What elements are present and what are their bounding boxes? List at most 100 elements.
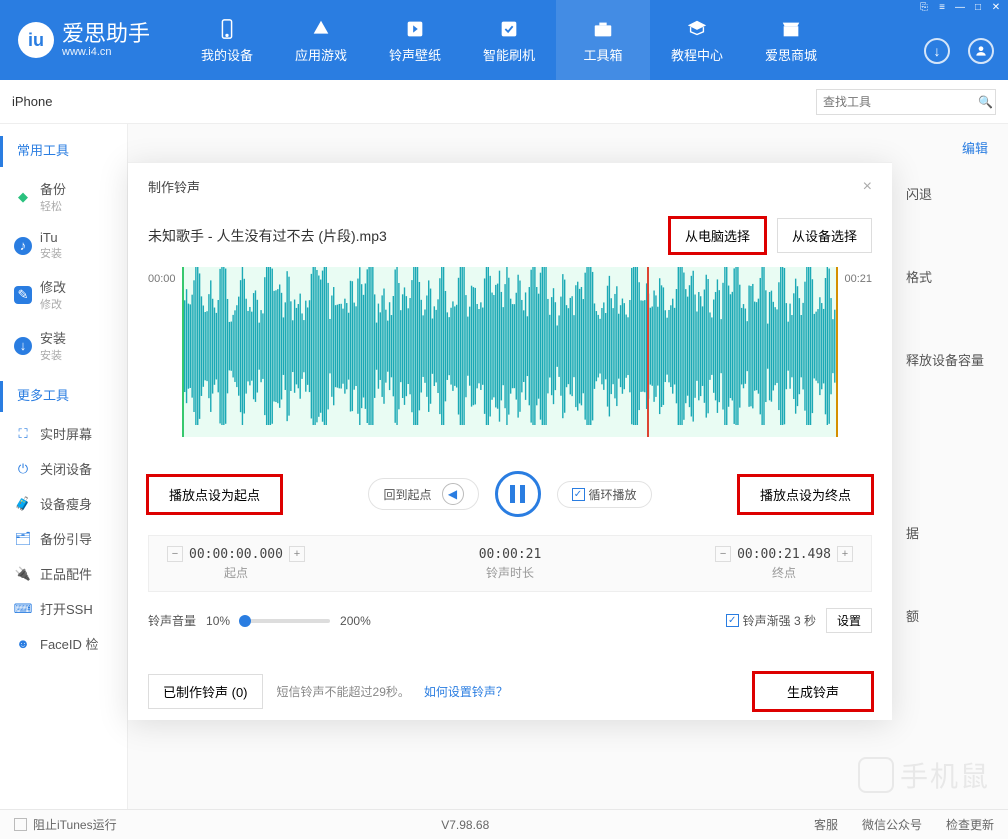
edit-link[interactable]: 编辑 (962, 138, 988, 157)
sidebar-item-backup-guide[interactable]: 🗂备份引导 (0, 521, 127, 556)
nav-label: 爱思商城 (765, 45, 817, 64)
sidebar: 常用工具 ◆备份轻松 ♪iTu安装 ✎修改修改 ↓安装安装 更多工具 ⛶实时屏幕… (0, 124, 128, 809)
start-minus[interactable]: − (167, 546, 183, 562)
breadcrumb-row: iPhone 🔍 (0, 80, 1008, 124)
nav-label: 工具箱 (584, 45, 623, 64)
footer-link-wechat[interactable]: 微信公众号 (862, 816, 922, 833)
titlebar-menu-icon[interactable]: ≡ (936, 2, 948, 12)
itunes-icon: ♪ (14, 237, 32, 255)
start-plus[interactable]: + (289, 546, 305, 562)
ringtone-modal: 制作铃声 × 未知歌手 - 人生没有过不去 (片段).mp3 从电脑选择 从设备… (128, 162, 892, 720)
file-name: 未知歌手 - 人生没有过不去 (片段).mp3 (148, 226, 387, 246)
end-time-value: 00:00:21.498 (737, 547, 831, 562)
sidebar-item-edit[interactable]: 修改 (40, 277, 66, 296)
store-icon (779, 17, 803, 41)
start-time-label: 起点 (167, 564, 305, 581)
user-icon[interactable] (968, 38, 994, 64)
brand-sub: www.i4.cn (62, 46, 150, 58)
guide-icon: 🗂 (14, 530, 32, 548)
nav-ringtone[interactable]: 铃声壁纸 (368, 0, 462, 80)
block-itunes-label: 阻止iTunes运行 (33, 816, 117, 833)
sidebar-item-faceid[interactable]: ☻FaceID 检 (0, 626, 127, 661)
nav-my-device[interactable]: 我的设备 (180, 0, 274, 80)
sidebar-item-sub: 安装 (40, 347, 66, 363)
back-to-start-label: 回到起点 (383, 486, 431, 503)
generate-button[interactable]: 生成铃声 (754, 673, 872, 710)
fade-settings-button[interactable]: 设置 (826, 608, 872, 633)
play-pause-button[interactable] (495, 471, 541, 517)
nav-apps[interactable]: 应用游戏 (274, 0, 368, 80)
footer-link-update[interactable]: 检查更新 (946, 816, 994, 833)
titlebar-max-icon[interactable]: □ (972, 2, 984, 12)
set-end-button[interactable]: 播放点设为终点 (739, 476, 872, 513)
breadcrumb: iPhone (12, 94, 52, 109)
titlebar-min-icon[interactable]: — (954, 2, 966, 12)
accessory-icon: 🔌 (14, 565, 32, 583)
sidebar-item-sub: 安装 (40, 245, 62, 261)
footer-link-service[interactable]: 客服 (814, 816, 838, 833)
waveform-area[interactable]: 00:00 00:21 00:00:15 (148, 267, 872, 437)
close-icon[interactable]: × (863, 178, 872, 196)
ssh-icon: ⌨ (14, 600, 32, 618)
sidebar-item-screen[interactable]: ⛶实时屏幕 (0, 416, 127, 451)
set-start-button[interactable]: 播放点设为起点 (148, 476, 281, 513)
pause-icon (510, 485, 525, 503)
from-pc-button[interactable]: 从电脑选择 (670, 218, 765, 253)
search-input[interactable]: 🔍 (816, 89, 996, 115)
from-device-button[interactable]: 从设备选择 (777, 218, 872, 253)
hint-text: 释放设备容量 (906, 350, 984, 369)
titlebar-close-icon[interactable]: ✕ (990, 2, 1002, 12)
download-icon[interactable]: ↓ (924, 38, 950, 64)
sidebar-item-slim[interactable]: 🧳设备瘦身 (0, 486, 127, 521)
hint-text: 据 (906, 523, 984, 542)
brand-name: 爱思助手 (62, 22, 150, 46)
sidebar-item-install[interactable]: 安装 (40, 328, 66, 347)
sidebar-item-ssh[interactable]: ⌨打开SSH (0, 591, 127, 626)
nav-label: 智能刷机 (483, 45, 535, 64)
end-minus[interactable]: − (715, 546, 731, 562)
back-to-start-button[interactable]: ◀ (442, 483, 464, 505)
slim-icon: 🧳 (14, 495, 32, 513)
sidebar-section-common: 常用工具 (0, 136, 127, 167)
sidebar-item-genuine[interactable]: 🔌正品配件 (0, 556, 127, 591)
device-icon (215, 17, 239, 41)
loop-label: 循环播放 (589, 486, 637, 503)
sidebar-item-itunes[interactable]: iTu (40, 230, 62, 245)
playhead[interactable]: 00:00:15 (647, 267, 649, 437)
made-ringtones-button[interactable]: 已制作铃声 (0) (148, 674, 263, 709)
main-nav: 我的设备 应用游戏 铃声壁纸 智能刷机 工具箱 教程中心 爱思商城 (180, 0, 838, 80)
time-start-label: 00:00 (148, 273, 176, 285)
nav-label: 我的设备 (201, 45, 253, 64)
waveform-svg (184, 267, 836, 425)
sidebar-item-shutdown[interactable]: ⏻关闭设备 (0, 451, 127, 486)
app-header: iu 爱思助手 www.i4.cn 我的设备 应用游戏 铃声壁纸 智能刷机 工具… (0, 0, 1008, 80)
hint-text: 格式 (906, 267, 984, 286)
search-icon[interactable]: 🔍 (978, 95, 993, 109)
titlebar-pin-icon[interactable]: ⎘ (918, 2, 930, 12)
install-icon: ↓ (14, 337, 32, 355)
duration-label: 铃声时长 (479, 564, 542, 581)
end-plus[interactable]: + (837, 546, 853, 562)
nav-toolbox[interactable]: 工具箱 (556, 0, 650, 80)
volume-min: 10% (206, 614, 230, 628)
tip-text: 短信铃声不能超过29秒。 (277, 683, 410, 700)
sidebar-section-more: 更多工具 (0, 381, 127, 412)
search-field[interactable] (823, 95, 978, 109)
loop-checkbox[interactable]: ✓ (572, 488, 585, 501)
how-to-link[interactable]: 如何设置铃声？ (424, 683, 508, 700)
block-itunes-checkbox[interactable] (14, 818, 27, 831)
volume-slider[interactable] (240, 619, 330, 623)
nav-flash[interactable]: 智能刷机 (462, 0, 556, 80)
nav-label: 教程中心 (671, 45, 723, 64)
logo-icon: iu (18, 22, 54, 58)
fade-checkbox[interactable]: ✓ (726, 614, 739, 627)
nav-tutorial[interactable]: 教程中心 (650, 0, 744, 80)
nav-store[interactable]: 爱思商城 (744, 0, 838, 80)
right-hints: 闪退 格式 释放设备容量 据 额 (906, 184, 984, 625)
end-time-label: 终点 (715, 564, 853, 581)
app-logo: iu 爱思助手 www.i4.cn (0, 22, 168, 58)
sidebar-item-backup[interactable]: 备份 (40, 179, 66, 198)
apps-icon (309, 17, 333, 41)
volume-max: 200% (340, 614, 371, 628)
faceid-icon: ☻ (14, 635, 32, 653)
